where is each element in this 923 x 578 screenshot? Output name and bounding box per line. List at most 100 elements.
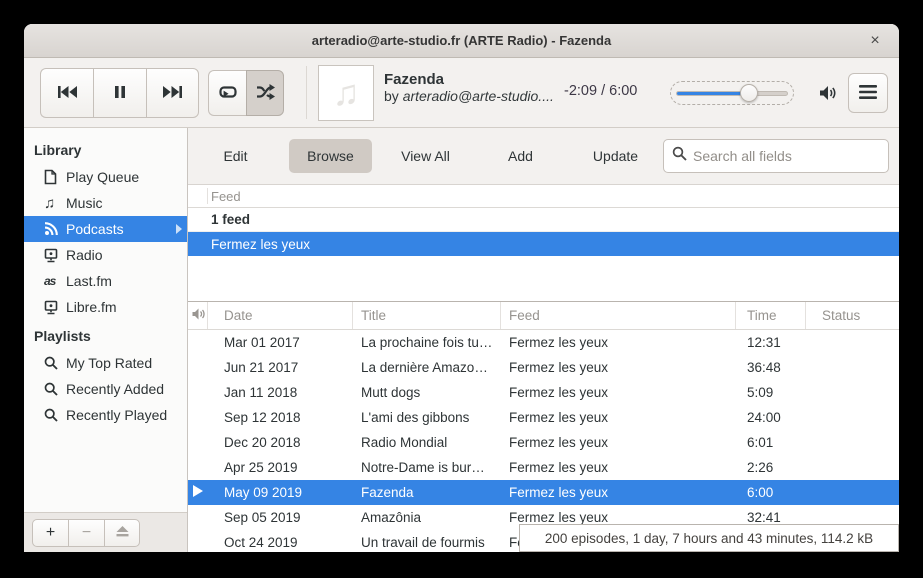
browse-button[interactable]: Browse [289, 139, 372, 173]
track-info: Fazenda by arteradio@arte-studio.... [384, 71, 562, 104]
search-icon [44, 382, 62, 396]
sidebar-footer-toolbar: + − [24, 512, 187, 552]
music-note-icon: ♫ [44, 195, 62, 212]
music-note-icon: ♫ [333, 75, 360, 111]
feed-row-selected[interactable]: Fermez les yeux [188, 232, 899, 256]
sidebar-item-label: Radio [66, 247, 103, 263]
table-row[interactable]: Jan 11 2018 Mutt dogs Fermez les yeux 5:… [188, 380, 899, 405]
feed-column-header[interactable]: Feed [188, 185, 899, 208]
hamburger-menu-icon [859, 85, 877, 102]
speaker-icon [192, 308, 206, 323]
episode-table-header: Date Title Feed Time Status [188, 302, 899, 330]
monitor-icon [44, 300, 62, 315]
track-title: Fazenda [384, 71, 562, 88]
sidebar-item-label: Music [66, 195, 103, 211]
repeat-button[interactable] [208, 70, 246, 116]
status-summary-tooltip: 200 episodes, 1 day, 7 hours and 43 minu… [519, 524, 899, 552]
sidebar-item-label: Play Queue [66, 169, 139, 185]
status-column-header[interactable]: Status [806, 302, 899, 329]
sidebar-item-lastfm[interactable]: as Last.fm [24, 268, 187, 294]
sidebar-item-recently-added[interactable]: Recently Added [24, 376, 187, 402]
close-button[interactable]: × [863, 29, 887, 53]
playback-controls [40, 68, 199, 118]
column-separator [207, 188, 208, 204]
titlebar[interactable]: arteradio@arte-studio.fr (ARTE Radio) - … [24, 24, 899, 58]
feed-summary-row[interactable]: 1 feed [188, 208, 899, 232]
library-header: Library [24, 134, 187, 164]
seek-trough[interactable] [676, 91, 788, 96]
table-row[interactable]: Sep 12 2018 L'ami des gibbons Fermez les… [188, 405, 899, 430]
pause-icon [114, 85, 126, 102]
artist-name: arteradio@arte-studio.... [403, 88, 554, 104]
sidebar-item-label: Recently Played [66, 407, 167, 423]
sidebar-item-podcasts[interactable]: Podcasts [24, 216, 187, 242]
app-menu-button[interactable] [848, 73, 888, 113]
search-box[interactable] [663, 139, 889, 173]
add-button[interactable]: Add [479, 139, 562, 173]
pause-button[interactable] [93, 68, 146, 118]
edit-button[interactable]: Edit [194, 139, 277, 173]
feed-column-header[interactable]: Feed [501, 302, 736, 329]
radio-icon [44, 248, 62, 263]
table-row-selected[interactable]: May 09 2019 Fazenda Fermez les yeux 6:00 [188, 480, 899, 505]
sidebar-item-music[interactable]: ♫ Music [24, 190, 187, 216]
sidebar-list: Library Play Queue ♫ Music Podcasts [24, 128, 187, 512]
window-title: arteradio@arte-studio.fr (ARTE Radio) - … [312, 33, 611, 48]
search-input[interactable] [693, 148, 880, 164]
app-window: arteradio@arte-studio.fr (ARTE Radio) - … [24, 24, 899, 552]
table-row[interactable]: Jun 21 2017 La dernière Amazo… Fermez le… [188, 355, 899, 380]
eject-button[interactable] [104, 519, 140, 547]
sidebar-item-label: Recently Added [66, 381, 164, 397]
status-summary-text: 200 episodes, 1 day, 7 hours and 43 minu… [545, 531, 873, 546]
playing-indicator-icon [193, 485, 203, 500]
sidebar-item-label: Libre.fm [66, 299, 117, 315]
view-all-button[interactable]: View All [384, 139, 467, 173]
main-area: Library Play Queue ♫ Music Podcasts [24, 128, 899, 552]
expander-arrow-icon [176, 224, 182, 234]
title-column-header[interactable]: Title [353, 302, 501, 329]
seek-fill [677, 92, 747, 95]
episode-table: Date Title Feed Time Status Mar 01 2017 … [188, 301, 899, 552]
table-row[interactable]: Dec 20 2018 Radio Mondial Fermez les yeu… [188, 430, 899, 455]
time-display: -2:09 / 6:00 [564, 83, 637, 99]
lastfm-icon: as [44, 274, 62, 288]
search-icon [672, 146, 687, 166]
browser-buttons: Edit Browse View All Add Update [188, 139, 663, 173]
previous-button[interactable] [40, 68, 93, 118]
eject-icon [116, 524, 129, 542]
update-button[interactable]: Update [574, 139, 657, 173]
playlists-header: Playlists [24, 320, 187, 350]
content-area: Edit Browse View All Add Update [188, 128, 899, 552]
episode-rows: Mar 01 2017 La prochaine fois tu… Fermez… [188, 330, 899, 552]
toolbar-separator [306, 66, 307, 119]
player-toolbar: ♫ Fazenda by arteradio@arte-studio.... -… [24, 58, 899, 128]
date-column-header[interactable]: Date [208, 302, 353, 329]
sidebar-item-play-queue[interactable]: Play Queue [24, 164, 187, 190]
next-button[interactable] [146, 68, 199, 118]
playing-column-header[interactable] [188, 302, 208, 329]
remove-source-button[interactable]: − [68, 519, 104, 547]
table-row[interactable]: Mar 01 2017 La prochaine fois tu… Fermez… [188, 330, 899, 355]
sidebar-item-label: Podcasts [66, 221, 124, 237]
time-column-header[interactable]: Time [736, 302, 806, 329]
sidebar-item-recently-played[interactable]: Recently Played [24, 402, 187, 428]
sidebar: Library Play Queue ♫ Music Podcasts [24, 128, 188, 552]
sidebar-item-label: My Top Rated [66, 355, 152, 371]
feed-column-label: Feed [211, 189, 241, 204]
add-source-button[interactable]: + [32, 519, 68, 547]
sidebar-item-librefm[interactable]: Libre.fm [24, 294, 187, 320]
search-icon [44, 356, 62, 370]
volume-button[interactable] [814, 80, 842, 108]
table-row[interactable]: Apr 25 2019 Notre-Dame is bur… Fermez le… [188, 455, 899, 480]
feed-count-label: 1 feed [211, 212, 250, 227]
browser-toolbar: Edit Browse View All Add Update [188, 128, 899, 184]
sidebar-item-my-top-rated[interactable]: My Top Rated [24, 350, 187, 376]
feed-browser: Feed 1 feed Fermez les yeux [188, 184, 899, 301]
seek-slider[interactable] [670, 81, 794, 105]
shuffle-button[interactable] [246, 70, 284, 116]
play-order-controls [208, 70, 284, 116]
shuffle-icon [256, 84, 275, 103]
sidebar-item-radio[interactable]: Radio [24, 242, 187, 268]
skip-backward-icon [57, 85, 78, 102]
seek-handle[interactable] [740, 84, 758, 102]
